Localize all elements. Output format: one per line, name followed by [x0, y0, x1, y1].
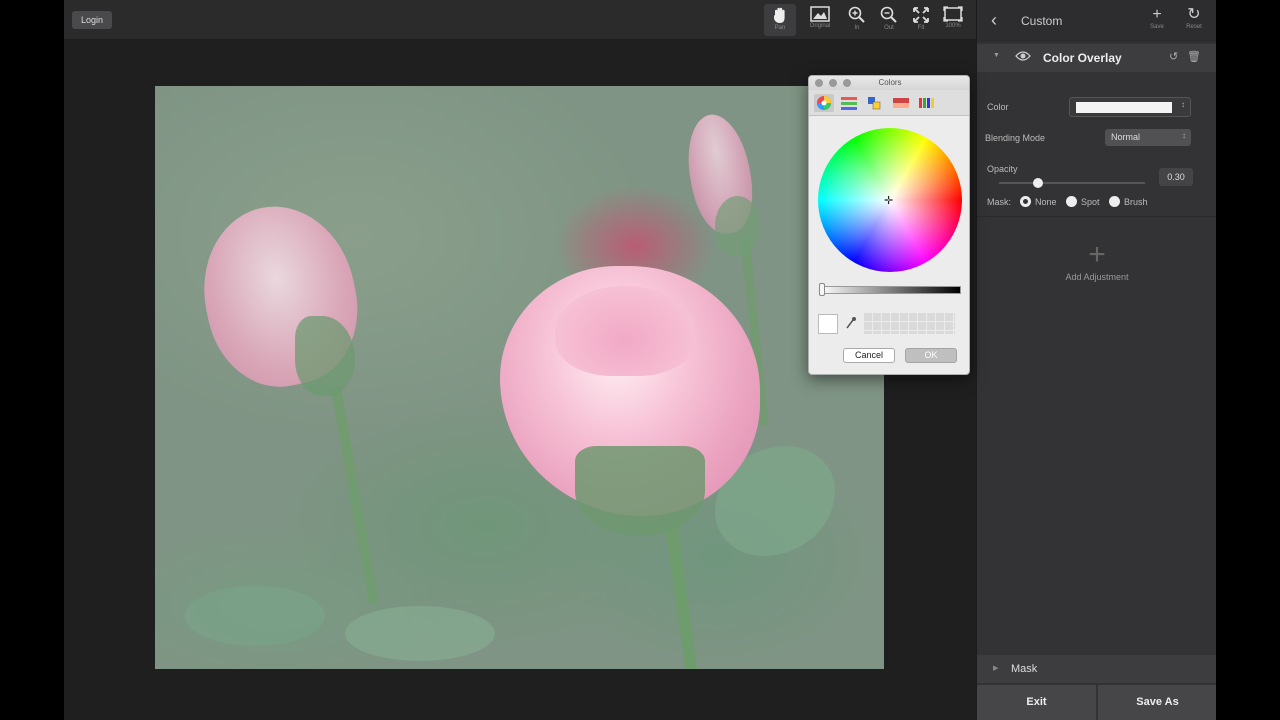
zoom-out-label: Out [884, 25, 894, 31]
zoom-out-button[interactable]: Out [873, 4, 905, 36]
color-mode-toolbar [809, 90, 969, 116]
exit-button[interactable]: Exit [977, 685, 1096, 720]
mask-spot-label: Spot [1081, 197, 1100, 207]
opacity-slider-track[interactable] [999, 182, 1145, 184]
zoom-in-icon [848, 6, 865, 23]
leaf-bottom-left [185, 586, 325, 646]
adjustment-title: Color Overlay [1043, 51, 1122, 65]
plus-icon: + [1088, 238, 1106, 271]
mask-brush-label: Brush [1124, 197, 1148, 207]
crayons-icon [919, 98, 934, 108]
color-label: Color [987, 102, 1009, 112]
stem-left [330, 386, 380, 606]
opacity-label: Opacity [987, 164, 1018, 174]
reset-adjustment-icon[interactable]: ↺ [1169, 50, 1178, 63]
ok-button[interactable]: OK [905, 348, 957, 363]
mask-none-label: None [1035, 197, 1057, 207]
reset-label: Reset [1186, 24, 1202, 30]
add-adjustment-label: Add Adjustment [1065, 272, 1129, 282]
color-well[interactable]: ↕ [1069, 97, 1191, 117]
rose-center-petals [555, 286, 695, 376]
pan-tool-button[interactable]: Pan [764, 4, 796, 36]
sepal-right [715, 196, 760, 256]
trash-icon[interactable]: 🗑 [1187, 50, 1201, 63]
mask-none-radio[interactable] [1020, 196, 1031, 207]
blending-mode-select[interactable]: Normal ↕ [1105, 129, 1191, 146]
collapse-caret-icon[interactable]: ▼ [993, 52, 1000, 59]
mask-brush-radio[interactable] [1109, 196, 1120, 207]
preset-name: Custom [1021, 14, 1063, 28]
colors-dialog: Colors ✛ Cancel OK [808, 75, 970, 375]
brightness-slider[interactable] [819, 286, 961, 294]
actual-size-icon [943, 6, 963, 22]
mask-section-title: Mask [1011, 663, 1038, 675]
hand-icon [774, 7, 785, 24]
mask-section-header[interactable]: ▶ Mask [977, 655, 1216, 683]
actual-size-label: 100% [945, 23, 961, 29]
pan-tool-label: Pan [774, 25, 786, 31]
mask-label: Mask: [987, 197, 1012, 207]
actual-size-button[interactable]: 100% [937, 4, 969, 36]
palette-icon [868, 97, 881, 110]
adjustments-panel: ‹ Custom + Save ↻ Reset ▼ Color Overlay … [976, 0, 1216, 720]
image-palettes-tab[interactable] [891, 94, 911, 112]
app-window: Login Pan Original In Out Fit 100% ‹ Cus… [64, 0, 1216, 720]
add-adjustment-button[interactable]: + Add Adjustment [1047, 238, 1147, 283]
color-swatch [1076, 102, 1172, 113]
original-tool-button[interactable]: Original [804, 4, 836, 36]
crayons-tab[interactable] [917, 94, 937, 112]
original-tool-label: Original [809, 23, 831, 29]
color-wheel-icon [817, 96, 831, 110]
reset-icon: ↻ [1187, 6, 1201, 23]
login-button[interactable]: Login [72, 11, 112, 29]
mask-spot-radio[interactable] [1066, 196, 1077, 207]
stepper-arrows-icon: ↕ [1181, 100, 1185, 109]
top-toolbar: Login Pan Original In Out Fit 100% [64, 0, 976, 40]
eyedropper-icon[interactable] [845, 316, 857, 330]
select-arrows-icon: ↕ [1182, 131, 1186, 140]
save-preset-button[interactable]: + Save [1142, 6, 1172, 30]
rose-photo[interactable] [155, 86, 884, 669]
dialog-title: Colors [878, 78, 902, 87]
zoom-out-icon [880, 6, 897, 23]
opacity-slider-knob[interactable] [1033, 178, 1043, 188]
cancel-button[interactable]: Cancel [843, 348, 895, 363]
sliders-icon [841, 97, 857, 110]
panel-header: ‹ Custom + Save ↻ Reset [977, 0, 1216, 42]
color-palettes-tab[interactable] [864, 94, 884, 112]
opacity-value-field[interactable]: 0.30 [1159, 168, 1193, 186]
plus-icon: + [1152, 6, 1162, 23]
zoom-in-button[interactable]: In [841, 4, 873, 36]
reset-button[interactable]: ↻ Reset [1179, 6, 1209, 30]
image-icon [810, 6, 830, 22]
divider [977, 216, 1216, 217]
fit-button[interactable]: Fit [905, 4, 937, 36]
color-sliders-tab[interactable] [839, 94, 859, 112]
zoom-in-label: In [854, 25, 860, 31]
save-preset-label: Save [1150, 24, 1164, 30]
back-chevron-icon[interactable]: ‹ [991, 10, 1007, 30]
color-wheel-tab[interactable] [814, 94, 834, 112]
saved-swatches-grid[interactable] [863, 312, 955, 334]
color-wheel-cursor-icon: ✛ [884, 195, 894, 207]
rose-sepals [575, 446, 705, 536]
blending-mode-value: Normal [1111, 132, 1141, 142]
leaf-bottom-mid [345, 606, 495, 661]
fit-icon [913, 7, 929, 23]
blending-mode-label: Blending Mode [985, 133, 1046, 143]
stem-main [663, 515, 699, 669]
brightness-slider-knob[interactable] [819, 283, 825, 296]
color-overlay-header[interactable]: ▼ Color Overlay ↺ 🗑 [977, 44, 1216, 72]
dialog-titlebar[interactable]: Colors [809, 76, 969, 90]
save-as-button[interactable]: Save As [1098, 685, 1216, 720]
fit-label: Fit [917, 25, 925, 31]
image-palette-icon [893, 98, 909, 108]
expand-caret-icon[interactable]: ▶ [993, 664, 998, 672]
eye-icon[interactable] [1015, 50, 1031, 62]
current-color-swatch[interactable] [818, 314, 838, 334]
